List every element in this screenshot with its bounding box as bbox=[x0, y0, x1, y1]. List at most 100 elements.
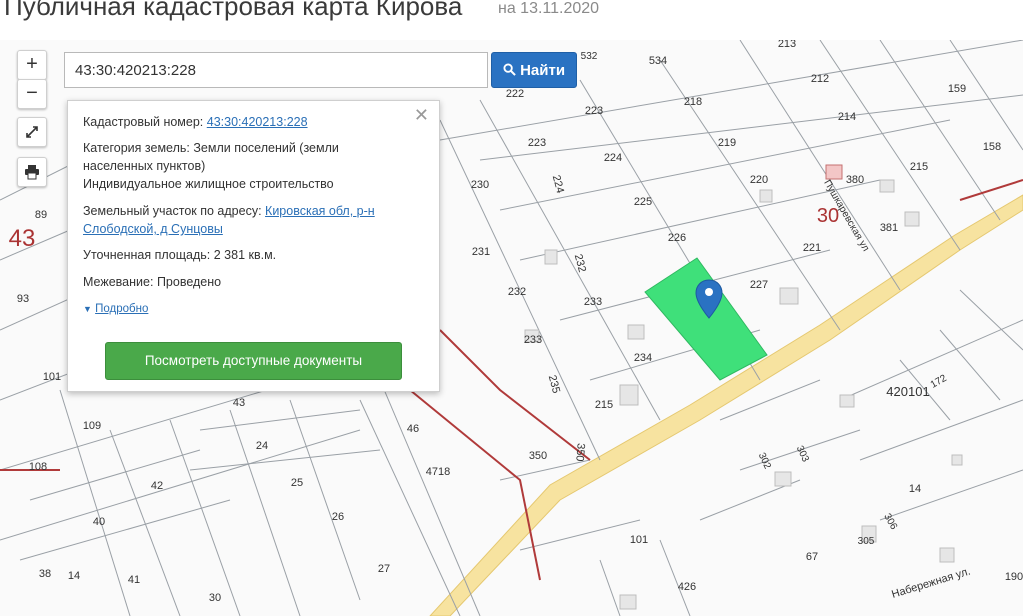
parcel-label: 46 bbox=[407, 423, 419, 435]
parcel-label: 25 bbox=[291, 477, 303, 489]
parcel-label: 218 bbox=[684, 96, 702, 108]
zoom-in-button[interactable]: + bbox=[17, 50, 47, 80]
parcel-label: 159 bbox=[948, 83, 966, 95]
close-icon[interactable]: ✕ bbox=[414, 105, 429, 126]
parcel-label: 230 bbox=[471, 179, 489, 191]
cadastral-label: Кадастровый номер: bbox=[83, 115, 204, 129]
category-label: Категория земель: bbox=[83, 141, 190, 155]
parcel-label: 24 bbox=[256, 440, 268, 452]
find-button-label: Найти bbox=[520, 62, 566, 79]
more-details-link[interactable]: Подробно bbox=[95, 303, 148, 315]
fullscreen-button[interactable] bbox=[17, 117, 47, 147]
address-label: Земельный участок по адресу: bbox=[83, 204, 262, 218]
street-or-parcel-label: 224 bbox=[550, 174, 566, 195]
parcel-label: 226 bbox=[668, 232, 686, 244]
find-button[interactable]: Найти bbox=[491, 52, 577, 88]
zoom-out-button[interactable]: − bbox=[17, 79, 47, 109]
street-or-parcel-label: 172 bbox=[929, 373, 949, 391]
street-or-parcel-label: 306 bbox=[881, 512, 899, 532]
parcel-label: 109 bbox=[83, 420, 101, 432]
survey-label: Межевание: bbox=[83, 275, 154, 289]
parcel-label: 213 bbox=[778, 40, 796, 50]
parcel-label: 101 bbox=[43, 371, 61, 383]
parcel-label: 108 bbox=[29, 461, 47, 473]
area-value: 2 381 кв.м. bbox=[213, 248, 277, 262]
parcel-label: 26 bbox=[332, 511, 344, 523]
parcel-label: 4718 bbox=[426, 466, 450, 478]
parcel-label: 215 bbox=[910, 161, 928, 173]
street-or-parcel-label: 302 bbox=[756, 451, 773, 471]
parcel-label: 212 bbox=[811, 73, 829, 85]
parcel-label: 381 bbox=[880, 222, 898, 234]
category-value-2: населенных пунктов) bbox=[83, 159, 206, 173]
page-date: на 13.11.2020 bbox=[498, 0, 600, 17]
parcel-label: 222 bbox=[506, 88, 524, 100]
parcel-label: 420101 bbox=[886, 384, 929, 399]
street-or-parcel-label: 305 bbox=[858, 536, 875, 547]
address-row: Земельный участок по адресу: Кировская о… bbox=[83, 202, 413, 238]
parcel-label: 214 bbox=[838, 111, 856, 123]
parcel-label: 190 bbox=[1005, 571, 1023, 583]
page-header: Публичная кадастровая карта Кирова на 13… bbox=[0, 0, 1023, 40]
parcel-label: 233 bbox=[524, 334, 542, 346]
cadastral-number-link[interactable]: 43:30:420213:228 bbox=[207, 115, 308, 129]
parcel-label: 67 bbox=[806, 551, 818, 563]
view-documents-button[interactable]: Посмотреть доступные документы bbox=[105, 342, 402, 380]
parcel-label: 43 bbox=[9, 225, 36, 252]
parcel-label: 30 bbox=[209, 592, 221, 604]
parcel-label: 426 bbox=[678, 581, 696, 593]
land-category-row: Категория земель: Земли поселений (земли… bbox=[83, 139, 413, 193]
address-link-2[interactable]: Слободской, д Сунцовы bbox=[83, 222, 223, 236]
category-value-1: Земли поселений (земли bbox=[193, 141, 339, 155]
search-input[interactable] bbox=[64, 52, 488, 88]
parcel-label: 14 bbox=[68, 570, 80, 582]
page-title: Публичная кадастровая карта Кирова bbox=[4, 0, 463, 21]
parcel-label: 223 bbox=[528, 137, 546, 149]
parcel-info-popup: ✕ Кадастровый номер: 43:30:420213:228 Ка… bbox=[67, 100, 440, 392]
parcel-label: 215 bbox=[595, 399, 613, 411]
street-or-parcel-label: Набережная ул. bbox=[890, 565, 972, 600]
parcel-label: 231 bbox=[472, 246, 490, 258]
parcel-label: 42 bbox=[151, 480, 163, 492]
parcel-label: 101 bbox=[630, 534, 648, 546]
parcel-label: 43 bbox=[133, 40, 143, 42]
parcel-label: 38 bbox=[39, 568, 51, 580]
parcel-label: 89 bbox=[35, 209, 47, 221]
street-or-parcel-label: 235 bbox=[546, 374, 562, 395]
street-or-parcel-label: 232 bbox=[572, 253, 588, 274]
parcel-label: 532 bbox=[581, 51, 598, 62]
parcel-label: 40 bbox=[93, 516, 105, 528]
cadastral-number-row: Кадастровый номер: 43:30:420213:228 bbox=[83, 113, 413, 131]
print-button[interactable] bbox=[17, 157, 47, 187]
address-link-1[interactable]: Кировская обл, р-н bbox=[265, 204, 375, 218]
parcel-label: 223 bbox=[585, 105, 603, 117]
parcel-label: 43 bbox=[233, 397, 245, 409]
parcel-label: 93 bbox=[17, 293, 29, 305]
parcel-label: 233 bbox=[584, 296, 602, 308]
selected-parcel[interactable] bbox=[644, 257, 768, 381]
parcel-label: 350 bbox=[529, 450, 547, 462]
caret-down-icon: ▼ bbox=[83, 304, 92, 314]
parcel-label: 27 bbox=[378, 563, 390, 575]
area-label: Уточненная площадь: bbox=[83, 248, 211, 262]
area-row: Уточненная площадь: 2 381 кв.м. bbox=[83, 246, 413, 264]
parcel-label: 14 bbox=[909, 483, 921, 495]
more-details-row[interactable]: ▼ Подробно bbox=[83, 300, 413, 318]
parcel-label: 220 bbox=[750, 174, 768, 186]
category-value-3: Индивидуальное жилищное строительство bbox=[83, 177, 334, 191]
survey-row: Межевание: Проведено bbox=[83, 273, 413, 291]
parcel-label: 219 bbox=[718, 137, 736, 149]
parcel-label: 221 bbox=[803, 242, 821, 254]
parcel-label: 227 bbox=[750, 279, 768, 291]
survey-value: Проведено bbox=[156, 275, 222, 289]
parcel-label: 534 bbox=[649, 55, 667, 67]
parcel-label: 41 bbox=[128, 574, 140, 586]
parcel-label: 158 bbox=[983, 141, 1001, 153]
parcel-label: 232 bbox=[508, 286, 526, 298]
search-icon bbox=[503, 63, 516, 76]
parcel-label: 380 bbox=[846, 174, 864, 186]
parcel-label: 224 bbox=[604, 152, 622, 164]
printer-icon bbox=[25, 165, 39, 180]
street-or-parcel-label: 350 bbox=[573, 443, 587, 462]
parcel-label: 225 bbox=[634, 196, 652, 208]
